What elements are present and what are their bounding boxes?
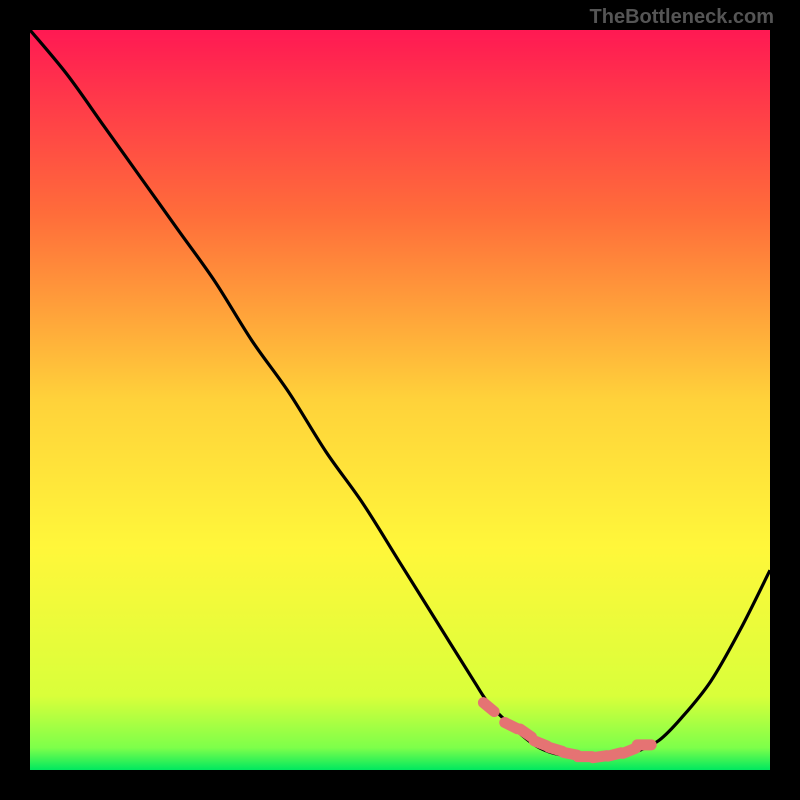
bottleneck-curve	[30, 30, 770, 758]
curve-layer	[30, 30, 770, 770]
highlight-dot	[520, 729, 531, 737]
chart-container: TheBottleneck.com	[0, 0, 800, 800]
highlight-dot	[483, 703, 494, 712]
plot-area	[30, 30, 770, 770]
highlight-markers	[483, 703, 651, 758]
watermark-text: TheBottleneck.com	[590, 6, 774, 29]
